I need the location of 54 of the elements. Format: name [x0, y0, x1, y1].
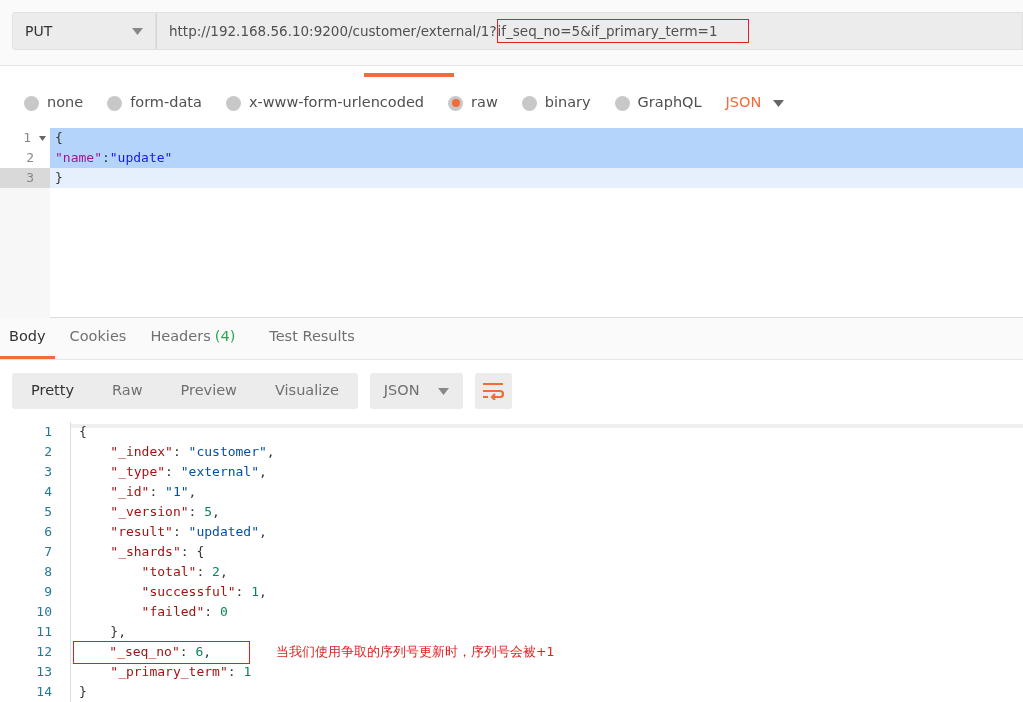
view-mode-tab[interactable]: Pretty	[12, 373, 93, 409]
body-type-radio[interactable]: binary	[521, 92, 591, 114]
line-number: 14	[35, 683, 53, 701]
line-number: 6	[43, 523, 53, 541]
body-type-radio[interactable]: none	[24, 92, 84, 114]
method-dropdown[interactable]: PUT	[12, 12, 156, 50]
caret-icon	[773, 99, 785, 107]
line-number: 4	[43, 483, 53, 501]
code-line: "result": "updated",	[109, 524, 267, 539]
body-type-radio[interactable]: GraphQL	[614, 92, 702, 114]
line-number: 2	[43, 443, 53, 461]
code-line: "_primary_term": 1	[109, 664, 252, 679]
line-number: 2	[25, 149, 35, 167]
fold-caret-icon[interactable]	[39, 136, 46, 141]
url-field[interactable]: http://192.168.56.10:9200/customer/external/1?if_seq_no=5&if_primary_term=1	[156, 12, 1023, 50]
annotation-text: 当我们使用争取的序列号更新时，序列号会被+1	[276, 644, 555, 659]
line-number: 1	[0, 128, 50, 148]
line-number: 9	[43, 583, 53, 601]
line-number: 11	[35, 623, 53, 641]
line-number: 8	[43, 563, 53, 581]
code-line: "_type": "external",	[109, 464, 267, 479]
code-line: "_index": "customer",	[109, 444, 275, 459]
line-number: 12	[35, 643, 53, 661]
line-number: 13	[35, 663, 53, 681]
code-line: "failed": 0	[140, 604, 228, 619]
wrap-lines-button[interactable]	[474, 373, 512, 409]
line-number: 10	[35, 603, 53, 621]
response-tab[interactable]: Headers (4)	[141, 318, 245, 359]
line-number: 3	[0, 168, 50, 188]
response-tab[interactable]: Body	[0, 318, 55, 359]
view-mode-tab[interactable]: Preview	[161, 373, 256, 409]
code-line: "_id": "1",	[109, 484, 197, 499]
code-line: "successful": 1,	[140, 584, 267, 599]
line-number: 3	[43, 463, 53, 481]
caret-icon	[132, 27, 143, 35]
view-mode-tab[interactable]: Visualize	[256, 373, 358, 409]
line-number: 1	[43, 423, 53, 441]
code-line: "_version": 5,	[109, 504, 220, 519]
line-number: 7	[43, 543, 53, 561]
line-number: 5	[43, 503, 53, 521]
response-tab[interactable]: Test Results	[260, 318, 364, 359]
code-line: {	[79, 424, 87, 439]
response-tab[interactable]: Cookies	[60, 318, 136, 359]
body-type-radio[interactable]: x-www-form-urlencoded	[225, 92, 425, 114]
caret-icon	[437, 387, 449, 395]
code-line: }	[79, 684, 87, 699]
code-line: "_shards": {	[109, 544, 205, 559]
code-line: "total": 2,	[140, 564, 228, 579]
view-mode-tab[interactable]: Raw	[93, 373, 162, 409]
body-type-radio[interactable]: raw	[448, 92, 498, 114]
code-line: },	[109, 624, 126, 639]
format-dropdown[interactable]: JSON	[369, 373, 463, 409]
body-type-radio[interactable]: form-data	[107, 92, 202, 114]
wrap-icon	[482, 382, 505, 400]
